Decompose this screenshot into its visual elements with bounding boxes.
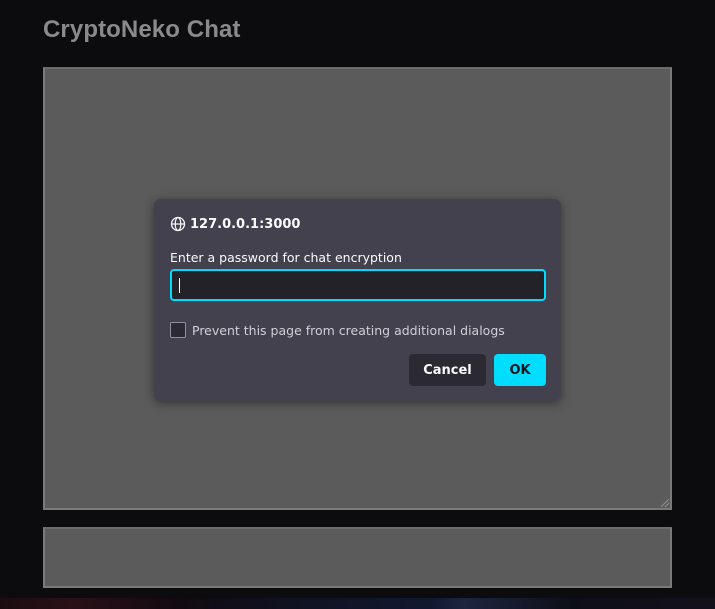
resize-grip[interactable]: [661, 499, 669, 507]
dialog-origin: 127.0.0.1:3000: [170, 216, 300, 232]
ok-button[interactable]: OK: [494, 354, 546, 386]
globe-icon: [170, 216, 186, 232]
password-input[interactable]: [170, 269, 546, 301]
prevent-dialogs-label[interactable]: Prevent this page from creating addition…: [192, 323, 505, 338]
message-input[interactable]: [43, 527, 672, 588]
prevent-dialogs-option[interactable]: Prevent this page from creating addition…: [170, 322, 505, 338]
page-title: CryptoNeko Chat: [43, 16, 241, 43]
text-caret: [179, 278, 180, 293]
password-prompt-dialog: 127.0.0.1:3000 Enter a password for chat…: [154, 199, 561, 401]
dialog-origin-text: 127.0.0.1:3000: [190, 216, 301, 232]
dialog-message: Enter a password for chat encryption: [170, 250, 402, 265]
background-strip: [0, 598, 715, 609]
prevent-dialogs-checkbox[interactable]: [170, 322, 186, 338]
cancel-button[interactable]: Cancel: [409, 354, 486, 386]
